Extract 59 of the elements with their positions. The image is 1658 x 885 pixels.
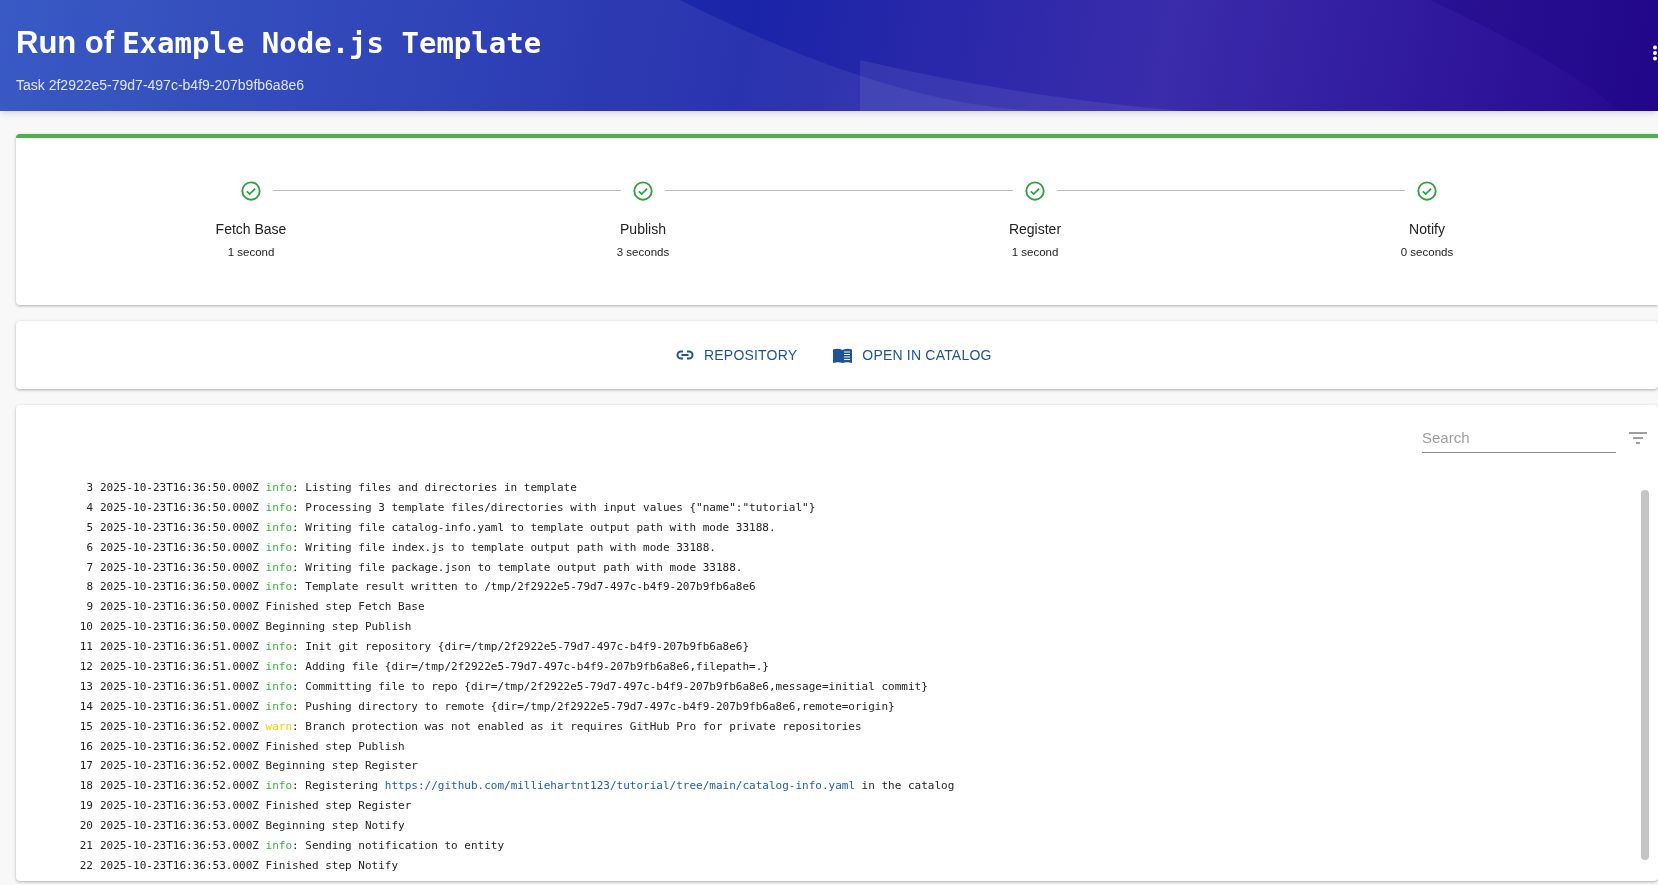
log-message: 2025-10-23T16:36:52.000Z warn: Branch protection was not enabled as it requires GitHub Pro for private repositories [100, 718, 862, 735]
line-number: 13 [78, 678, 94, 695]
step-duration: 3 seconds [616, 245, 670, 260]
log-message: 2025-10-23T16:36:51.000Z info: Init git repository {dir=/tmp/2f2922e5-79d7-497c-b4f9-207b9fb6a8e6} [100, 639, 750, 656]
line-number: 7 [85, 559, 94, 576]
step-duration: 1 second [1011, 245, 1059, 260]
book-icon [833, 347, 853, 363]
log-message: 2025-10-23T16:36:53.000Z Finished step Register [100, 798, 412, 815]
log-message: 2025-10-23T16:36:53.000Z Beginning step Notify [100, 818, 405, 835]
line-number: 15 [78, 718, 94, 735]
step-label: Register [1008, 220, 1062, 239]
line-number: 18 [78, 778, 94, 795]
log-message: 2025-10-23T16:36:50.000Z info: Processing 3 template files/directories with input values {"name":"tutorial"} [100, 499, 816, 516]
line-number: 10 [78, 619, 94, 636]
repository-link[interactable]: REPOSITORY [676, 344, 798, 366]
log-message: 2025-10-23T16:36:50.000Z info: Writing file package.json to template output path with mode 33188. [100, 559, 743, 576]
step-duration: 1 second [227, 245, 275, 260]
log-message: 2025-10-23T16:36:52.000Z Beginning step Register [100, 758, 418, 775]
log-link[interactable]: https://github.com/milliehartnt123/tutorial/tree/main/catalog-info.yaml [384, 779, 855, 793]
line-number: 12 [78, 658, 94, 675]
log-message: 2025-10-23T16:36:50.000Z info: Writing file catalog-info.yaml to template output path with mode 33188. [100, 519, 776, 536]
line-number: 9 [85, 599, 94, 616]
line-number: 16 [78, 738, 94, 755]
line-number: 20 [78, 818, 94, 835]
log-message: 2025-10-23T16:36:50.000Z Finished step Fetch Base [100, 599, 425, 616]
log-message: 2025-10-23T16:36:50.000Z info: Writing file index.js to template output path with mode 33188. [100, 539, 716, 556]
line-number: 5 [85, 519, 94, 536]
open-in-catalog-link[interactable]: OPEN IN CATALOG [833, 344, 992, 366]
step-label: Fetch Base [215, 220, 287, 239]
line-number: 22 [78, 857, 94, 874]
more-menu-icon[interactable] [1652, 45, 1658, 61]
log-message: 2025-10-23T16:36:52.000Z info: Registering https://github.com/milliehartnt123/tutorial/tree/main/catalog-info.yaml in the catalog [100, 778, 955, 795]
link-icon [676, 350, 694, 361]
line-number: 14 [78, 698, 94, 715]
line-number: 17 [78, 758, 94, 775]
line-number: 11 [78, 639, 94, 656]
line-number: 21 [78, 837, 94, 854]
log-message: 2025-10-23T16:36:53.000Z Finished step Notify [100, 857, 398, 874]
line-number: 6 [85, 539, 94, 556]
log-message: 2025-10-23T16:36:51.000Z info: Adding file {dir=/tmp/2f2922e5-79d7-497c-b4f9-207b9fb6a8e6,filepath=.} [100, 658, 769, 675]
log-message: 2025-10-23T16:36:53.000Z info: Sending notification to entity [100, 837, 504, 854]
log-message: 2025-10-23T16:36:51.000Z info: Committing file to repo {dir=/tmp/2f2922e5-79d7-497c-b4f9-207b9fb6a8e6,message=initial commit} [100, 678, 928, 695]
filter-icon[interactable] [1628, 431, 1648, 446]
step-duration: 0 seconds [1400, 245, 1454, 260]
log-message: 2025-10-23T16:36:50.000Z info: Template result written to /tmp/2f2922e5-79d7-497c-b4f9-207b9fb6a8e6 [100, 579, 756, 596]
line-number: 4 [85, 499, 94, 516]
log-message: 2025-10-23T16:36:50.000Z Beginning step Publish [100, 619, 412, 636]
step-label: Notify [1409, 220, 1445, 239]
line-number: 3 [85, 479, 94, 496]
log-message: 2025-10-23T16:36:51.000Z info: Pushing directory to remote {dir=/tmp/2f2922e5-79d7-497c-b4f9-207b9fb6a8e6,remote=origin} [100, 698, 895, 715]
line-number: 8 [85, 579, 94, 596]
template-name: Example Node.js Template [122, 25, 542, 62]
log-message: 2025-10-23T16:36:50.000Z info: Listing files and directories in template [100, 479, 577, 496]
task-id: Task 2f2922e5-79d7-497c-b4f9-207b9fb6a8e6 [16, 75, 305, 95]
line-number: 19 [78, 798, 94, 815]
log-message: 2025-10-23T16:36:52.000Z Finished step Publish [100, 738, 405, 755]
page-title: Run of [16, 24, 115, 62]
step-label: Publish [620, 220, 666, 239]
search-field[interactable]: Search [1422, 423, 1616, 454]
